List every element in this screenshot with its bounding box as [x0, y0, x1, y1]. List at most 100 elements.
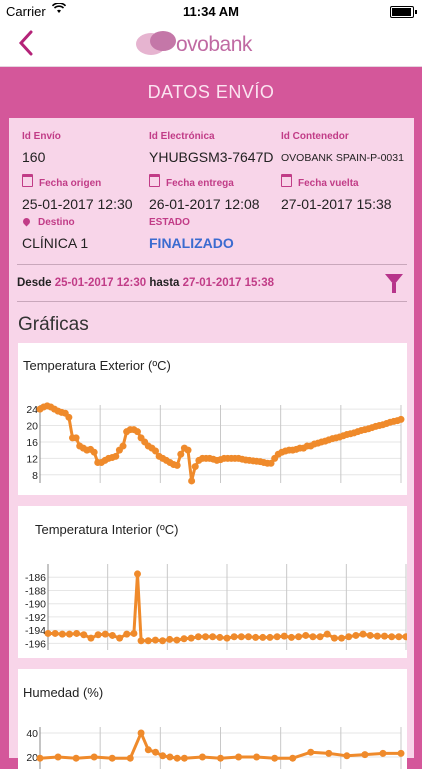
data-point — [388, 633, 396, 641]
data-point — [216, 633, 224, 641]
data-point — [325, 749, 333, 757]
data-point — [302, 631, 310, 639]
data-point — [119, 442, 127, 450]
data-point — [271, 754, 279, 762]
data-point — [194, 633, 202, 641]
data-point — [108, 754, 116, 762]
y-tick-label: -188 — [25, 585, 46, 597]
calendar-icon — [22, 174, 33, 187]
data-point — [65, 413, 73, 421]
data-point — [244, 633, 252, 641]
y-tick-label: -194 — [25, 625, 46, 637]
id-electronica-value: YHUBGSM3-7647D — [149, 149, 274, 165]
y-tick-label: 8 — [32, 470, 38, 482]
data-point — [252, 633, 260, 641]
data-point — [280, 632, 288, 640]
estado-label: ESTADO — [149, 217, 190, 228]
fecha-origen-label: Fecha origen — [39, 178, 102, 189]
data-point — [44, 629, 52, 637]
data-point — [116, 634, 124, 642]
destino-value: CLÍNICA 1 — [22, 235, 89, 251]
fecha-entrega-cell: Fecha entrega 26-01-2017 12:08 — [149, 174, 260, 212]
y-tick-label: -196 — [25, 638, 46, 650]
destino-label: Destino — [38, 217, 75, 228]
calendar-icon — [149, 174, 160, 187]
data-point — [209, 633, 217, 641]
data-point — [309, 633, 317, 641]
data-point — [159, 637, 167, 645]
id-envio-value: 160 — [22, 149, 46, 165]
data-point — [397, 749, 405, 757]
y-tick-label: 24 — [26, 404, 38, 416]
data-point — [51, 629, 59, 637]
page-title: DATOS ENVÍO — [147, 82, 275, 102]
data-point — [187, 634, 195, 642]
data-point — [180, 635, 188, 643]
data-point — [266, 633, 274, 641]
data-point — [289, 754, 297, 762]
hasta-label: hasta — [149, 277, 180, 289]
data-point — [166, 635, 174, 643]
chevron-left-icon[interactable] — [14, 28, 42, 58]
data-point — [273, 633, 281, 641]
y-tick-label: 20 — [26, 752, 38, 764]
shipment-card: Id Envío 160 Id Electrónica YHUBGSM3-764… — [9, 118, 414, 769]
chart-title: Temperatura Exterior (ºC) — [23, 358, 171, 373]
data-point — [101, 630, 109, 638]
id-envio-label: Id Envío — [22, 131, 61, 142]
data-point — [90, 448, 98, 456]
y-tick-label: 20 — [26, 421, 38, 433]
data-point — [36, 754, 44, 762]
data-point — [108, 631, 116, 639]
chart-title: Temperatura Interior (ºC) — [35, 522, 179, 537]
data-point — [134, 570, 141, 578]
data-point — [72, 754, 80, 762]
graficas-title: Gráficas — [18, 314, 89, 335]
y-tick-label: 16 — [26, 437, 38, 449]
chart-humedad: 40 20 Humedad (%) — [18, 669, 407, 769]
ovobank-logo: ovobank — [136, 30, 286, 58]
data-point — [188, 477, 196, 485]
id-contenedor-cell: Id Contenedor OVOBANK SPAIN-P-0031 — [281, 131, 404, 164]
data-point — [166, 753, 174, 761]
desde-value: 25-01-2017 12:30 — [54, 277, 147, 289]
fecha-vuelta-value: 27-01-2017 15:38 — [281, 196, 392, 212]
data-point — [173, 636, 181, 644]
data-point — [259, 633, 267, 641]
y-tick-label: -190 — [25, 599, 46, 611]
data-point — [58, 630, 66, 638]
data-point — [381, 632, 389, 640]
id-electronica-label: Id Electrónica — [149, 131, 215, 142]
data-point — [133, 428, 141, 436]
data-point — [343, 752, 351, 760]
y-tick-label: -192 — [25, 612, 46, 624]
data-point — [338, 634, 346, 642]
id-electronica-cell: Id Electrónica YHUBGSM3-7647D — [149, 131, 274, 165]
calendar-icon — [281, 174, 292, 187]
battery-icon — [390, 6, 417, 18]
fecha-entrega-value: 26-01-2017 12:08 — [149, 196, 260, 212]
data-point — [202, 633, 210, 641]
data-point — [137, 729, 145, 737]
status-time: 11:34 AM — [183, 4, 239, 19]
id-contenedor-value: OVOBANK SPAIN-P-0031 — [281, 152, 404, 164]
data-point — [90, 753, 98, 761]
data-point — [123, 630, 131, 638]
data-point — [223, 634, 231, 642]
data-point — [295, 633, 303, 641]
id-contenedor-label: Id Contenedor — [281, 131, 349, 142]
id-envio-cell: Id Envío 160 — [22, 131, 61, 165]
data-point — [323, 630, 331, 638]
data-point — [198, 753, 206, 761]
filter-icon[interactable] — [385, 274, 403, 293]
data-point — [373, 632, 381, 640]
data-point — [397, 415, 405, 423]
data-point — [191, 463, 199, 471]
data-point — [230, 633, 238, 641]
desde-label: Desde — [17, 277, 52, 289]
estado-cell: ESTADO FINALIZADO — [149, 217, 234, 251]
data-point — [151, 636, 159, 644]
data-point — [330, 634, 338, 642]
data-point — [87, 634, 95, 642]
destino-cell: Destino CLÍNICA 1 — [21, 216, 89, 251]
